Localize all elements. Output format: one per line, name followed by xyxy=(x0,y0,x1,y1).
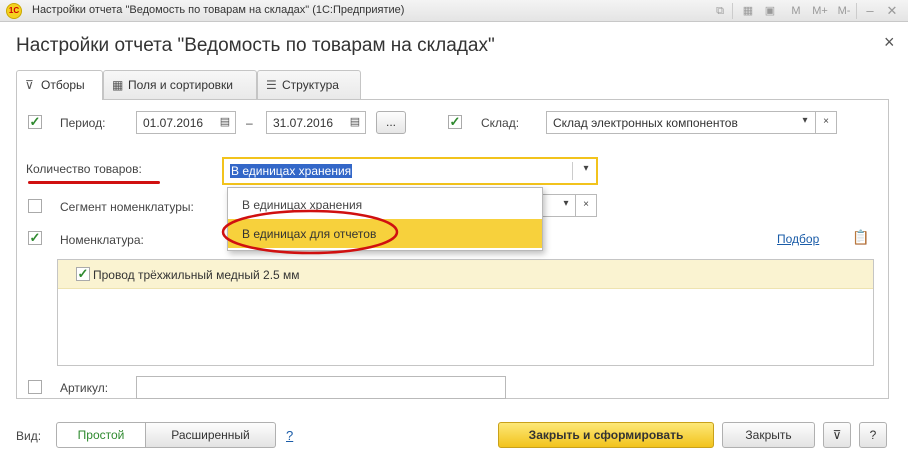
filter-icon: ⊽ xyxy=(25,78,34,92)
form-title: Настройки отчета "Ведомость по товарам н… xyxy=(16,35,495,56)
period-label: Период: xyxy=(60,116,106,130)
view-help-link[interactable]: ? xyxy=(286,428,293,443)
tab-label: Поля и сортировки xyxy=(128,78,233,92)
article-input[interactable] xyxy=(136,376,506,399)
memory-button[interactable]: M xyxy=(788,3,804,19)
nomenclature-list: ✓ Провод трёхжильный медный 2.5 мм xyxy=(57,259,874,366)
close-and-generate-button[interactable]: Закрыть и сформировать xyxy=(498,422,714,448)
nomenclature-label: Номенклатура: xyxy=(60,233,144,247)
list-item[interactable]: ✓ Провод трёхжильный медный 2.5 мм xyxy=(58,260,873,289)
filter-settings-icon[interactable]: ⊽ xyxy=(823,422,851,448)
memory-plus-button[interactable]: M+ xyxy=(810,3,830,19)
quantity-label: Количество товаров: xyxy=(26,162,142,176)
form-close-icon[interactable]: × xyxy=(884,32,895,53)
nomenclature-checkbox[interactable]: ✓ xyxy=(28,231,42,245)
chevron-down-icon[interactable]: ▾ xyxy=(575,159,597,182)
warehouse-label: Склад: xyxy=(481,116,520,130)
article-label: Артикул: xyxy=(60,381,109,395)
tab-structure[interactable]: ☰ Структура xyxy=(257,70,361,99)
link-icon[interactable]: ⧉ xyxy=(712,3,728,19)
annotation-ellipse xyxy=(221,209,399,255)
select-divider xyxy=(572,162,573,180)
clear-icon[interactable]: × xyxy=(815,111,837,134)
calculator-icon[interactable]: ▦ xyxy=(740,3,756,19)
minimize-icon[interactable]: – xyxy=(862,3,878,19)
view-label: Вид: xyxy=(16,429,42,443)
item-checkbox[interactable]: ✓ xyxy=(76,267,90,281)
chevron-down-icon[interactable]: ▾ xyxy=(555,194,577,217)
calendar-icon[interactable]: ▣ xyxy=(762,3,778,19)
clipboard-icon[interactable]: 📋 xyxy=(852,229,869,246)
structure-icon: ☰ xyxy=(266,78,277,92)
quantity-selected-text: В единицах хранения xyxy=(230,164,353,178)
warehouse-input[interactable]: Склад электронных компонентов xyxy=(546,111,816,134)
pick-link[interactable]: Подбор xyxy=(777,232,819,246)
period-select-button[interactable]: ... xyxy=(376,111,406,134)
segment-checkbox[interactable] xyxy=(28,199,42,213)
toolbar-separator xyxy=(856,3,857,19)
view-extended-button[interactable]: Расширенный xyxy=(146,422,276,448)
clear-icon[interactable]: × xyxy=(575,194,597,217)
article-checkbox[interactable] xyxy=(28,380,42,394)
period-checkbox[interactable]: ✓ xyxy=(28,115,42,129)
close-button[interactable]: Закрыть xyxy=(722,422,815,448)
tab-fields-sorting[interactable]: ▦ Поля и сортировки xyxy=(103,70,257,99)
app-logo-icon[interactable]: 1С xyxy=(6,3,22,19)
chevron-down-icon[interactable]: ▾ xyxy=(794,111,816,134)
quantity-select[interactable]: В единицах хранения xyxy=(222,157,598,185)
calendar-icon[interactable]: ▤ xyxy=(345,112,365,133)
help-button[interactable]: ? xyxy=(859,422,887,448)
period-separator: – xyxy=(246,116,253,130)
calendar-icon[interactable]: ▤ xyxy=(215,112,235,133)
window-title: Настройки отчета "Ведомость по товарам н… xyxy=(32,4,405,16)
view-simple-button[interactable]: Простой xyxy=(56,422,146,448)
segment-label: Сегмент номенклатуры: xyxy=(60,200,194,214)
toolbar-separator xyxy=(732,3,733,19)
tab-label: Отборы xyxy=(41,78,85,92)
item-name: Провод трёхжильный медный 2.5 мм xyxy=(93,268,300,282)
memory-minus-button[interactable]: M- xyxy=(836,3,852,19)
annotation-underline xyxy=(28,181,160,184)
tab-filters[interactable]: ⊽ Отборы xyxy=(16,70,103,100)
grid-icon: ▦ xyxy=(112,78,124,92)
warehouse-checkbox[interactable]: ✓ xyxy=(448,115,462,129)
tab-label: Структура xyxy=(282,78,339,92)
window-close-icon[interactable]: ✕ xyxy=(884,3,900,19)
